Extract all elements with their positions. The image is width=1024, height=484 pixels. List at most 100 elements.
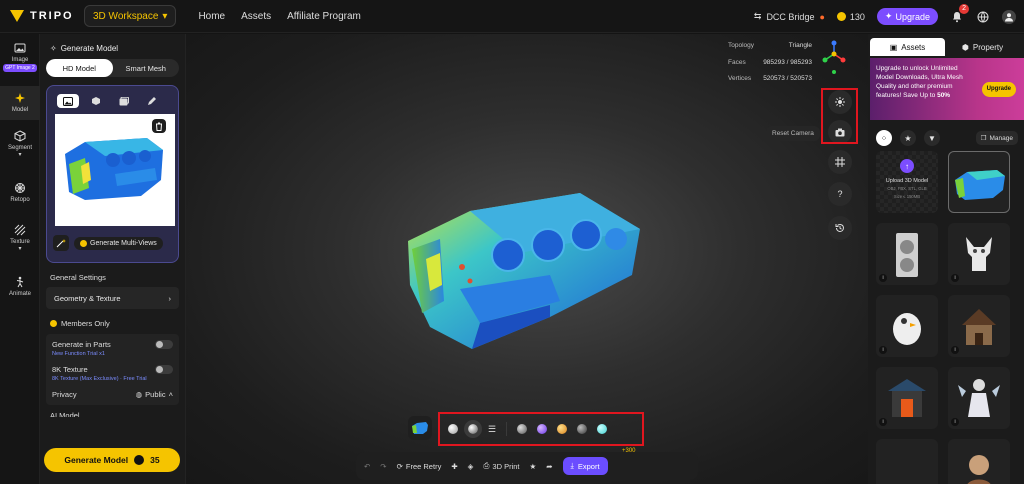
- favorites-filter[interactable]: ★: [900, 130, 916, 146]
- info-icon[interactable]: i: [951, 346, 959, 354]
- asset-fairy-figure[interactable]: i: [948, 367, 1010, 429]
- filter-button[interactable]: ▼: [924, 130, 940, 146]
- delete-image-button[interactable]: [152, 119, 166, 133]
- help-button[interactable]: ?: [828, 182, 852, 206]
- tool-rail: Image GPT Image 2 Model Segment ▾ Retopo…: [0, 34, 40, 484]
- tab-multi-view[interactable]: [85, 94, 107, 108]
- funnel-icon: ▼: [928, 133, 936, 143]
- upload-3d-model-tile[interactable]: ↑ Upload 3D Model OBJ, FBX, STL, GLB Siz…: [876, 151, 938, 213]
- engine-block-model[interactable]: [400, 189, 650, 359]
- privacy-dropdown[interactable]: ◍ Public ˄: [136, 390, 173, 399]
- crown-icon: [50, 320, 57, 327]
- undo-icon[interactable]: ↶: [364, 462, 370, 471]
- generate-multiviews-button[interactable]: Generate Multi-Views: [74, 236, 163, 250]
- 3d-viewport[interactable]: Topology Triangle Faces 985293 / 985293 Ve…: [186, 34, 868, 484]
- asset-cottage[interactable]: i: [948, 295, 1010, 357]
- stat-label: Faces: [728, 58, 746, 66]
- nav-assets[interactable]: Assets: [241, 11, 271, 22]
- star-icon[interactable]: ★: [530, 462, 537, 471]
- rail-item-texture[interactable]: Texture ▾: [0, 224, 40, 260]
- grid-button[interactable]: [828, 150, 852, 174]
- refine-icon[interactable]: ◈: [468, 462, 474, 471]
- print-3d-label: 3D Print: [492, 461, 520, 471]
- history-button[interactable]: [828, 216, 852, 240]
- rail-item-retopo[interactable]: Retopo: [0, 182, 40, 212]
- export-button[interactable]: ⤓ Export: [562, 457, 608, 475]
- mode-smart-mesh[interactable]: Smart Mesh: [113, 59, 180, 77]
- edit-image-button[interactable]: [53, 235, 69, 251]
- redo-icon[interactable]: ↷: [380, 462, 386, 471]
- image-icon: [63, 96, 73, 106]
- generate-in-parts-option: Generate in Parts: [52, 340, 173, 349]
- print-3d-button[interactable]: ⎙ 3D Print: [483, 461, 519, 471]
- generate-model-label: Generate Model: [64, 455, 129, 465]
- info-icon[interactable]: i: [951, 418, 959, 426]
- tab-property[interactable]: ⬢ Property: [945, 38, 1020, 56]
- top-right-actions: ⇆ DCC Bridge ● 130 ✦ Upgrade 2: [754, 0, 1016, 33]
- engine-block-asset-image: [955, 170, 1005, 200]
- mode-hd-model[interactable]: HD Model: [46, 59, 113, 77]
- image-input-box: Generate Multi-Views: [46, 85, 179, 263]
- nav-home[interactable]: Home: [198, 11, 225, 22]
- asset-speaker[interactable]: i: [876, 223, 938, 285]
- language-button[interactable]: [976, 10, 990, 24]
- asset-fox-creature[interactable]: i: [948, 223, 1010, 285]
- texture-8k-label: 8K Texture: [52, 365, 88, 374]
- info-icon[interactable]: i: [951, 274, 959, 282]
- credits[interactable]: 130: [836, 11, 865, 22]
- dcc-bridge-button[interactable]: ⇆ DCC Bridge ●: [754, 11, 825, 22]
- tab-text-prompt[interactable]: [141, 94, 163, 108]
- asset-portrait[interactable]: [948, 439, 1010, 484]
- asset-partial-left[interactable]: [876, 439, 938, 484]
- generate-multiviews-label: Generate Multi-Views: [90, 239, 157, 247]
- promo-text-block: Upgrade to unlock Unlimited Model Downlo…: [876, 64, 976, 100]
- info-icon[interactable]: i: [879, 346, 887, 354]
- geometry-texture-label: Geometry & Texture: [54, 293, 121, 303]
- star-icon: ★: [904, 133, 912, 143]
- multiview-row: Generate Multi-Views: [53, 235, 172, 251]
- nav-affiliate[interactable]: Affiliate Program: [287, 11, 361, 22]
- user-icon: [1005, 12, 1013, 21]
- gift-icon[interactable]: ✚: [451, 462, 457, 471]
- share-icon[interactable]: ➦: [546, 462, 552, 471]
- generate-in-parts-toggle[interactable]: [155, 340, 173, 349]
- tripo-logo-icon: [10, 9, 24, 23]
- privacy-value: Public: [145, 390, 166, 399]
- asset-engine-block[interactable]: [948, 151, 1010, 213]
- tab-assets[interactable]: ▣ Assets: [870, 38, 945, 56]
- rail-item-image[interactable]: Image GPT Image 2: [0, 42, 40, 82]
- rail-item-segment[interactable]: Segment ▾: [0, 130, 40, 166]
- workspace-dropdown[interactable]: 3D Workspace ▾: [84, 5, 177, 27]
- asset-bird[interactable]: i: [876, 295, 938, 357]
- upgrade-promo-banner[interactable]: Upgrade to unlock Unlimited Model Downlo…: [870, 58, 1024, 120]
- manage-button[interactable]: ❐ Manage: [975, 131, 1018, 145]
- user-avatar[interactable]: [1002, 9, 1016, 24]
- rail-item-animate[interactable]: Animate: [0, 276, 40, 306]
- logo[interactable]: TRIPO: [10, 9, 76, 23]
- tab-batch-images[interactable]: [113, 94, 135, 108]
- tab-single-image[interactable]: [57, 94, 79, 108]
- credit-count: 130: [849, 11, 865, 22]
- upgrade-button[interactable]: ✦ Upgrade: [876, 8, 938, 25]
- texture-8k-toggle[interactable]: [155, 365, 173, 374]
- all-assets-filter[interactable]: ⁘: [876, 130, 892, 146]
- geometry-texture-row[interactable]: Geometry & Texture ›: [46, 287, 179, 309]
- highlight-box-materials: [438, 412, 644, 446]
- promo-upgrade-button[interactable]: Upgrade: [981, 82, 1016, 97]
- axis-gizmo-icon[interactable]: [822, 40, 846, 76]
- notifications-button[interactable]: 2: [950, 3, 969, 24]
- free-retry-label: Free Retry: [405, 461, 442, 471]
- general-settings-heading: General Settings: [50, 273, 106, 282]
- rail-item-model[interactable]: Model: [0, 86, 40, 120]
- model-thumbnail-button[interactable]: [408, 416, 432, 440]
- info-icon[interactable]: i: [879, 274, 887, 282]
- generate-model-button[interactable]: Generate Model 35: [44, 448, 180, 472]
- texture-icon: [14, 224, 26, 236]
- info-icon[interactable]: i: [879, 418, 887, 426]
- grid-icon: [835, 157, 845, 167]
- free-retry-button[interactable]: ⟳ Free Retry: [397, 462, 442, 471]
- asset-shrine[interactable]: i: [876, 367, 938, 429]
- sparkle-icon: [15, 93, 25, 103]
- stat-topology: Topology Triangle: [728, 38, 812, 55]
- sparkle-small-icon: ✧: [50, 44, 57, 53]
